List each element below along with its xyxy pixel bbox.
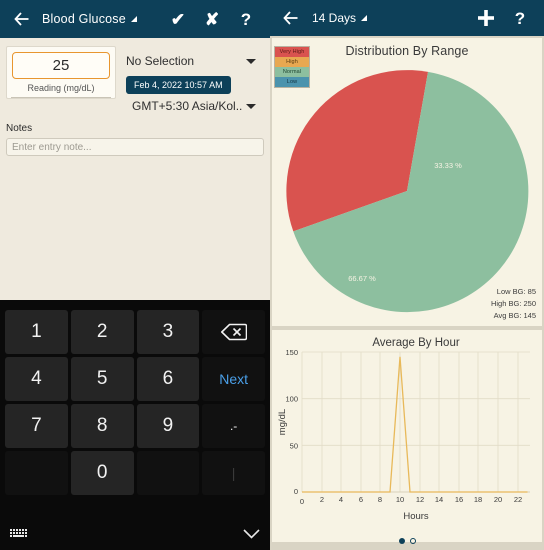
range-selector-label: 14 Days	[312, 11, 357, 25]
svg-text:2: 2	[320, 495, 324, 504]
title-dropdown-triangle-icon	[130, 16, 137, 22]
backspace-key-icon[interactable]	[202, 310, 265, 354]
key-8[interactable]: 8	[70, 404, 134, 448]
keyboard-grid: 1 2 3 4 5 6 Next 7 8 9 .- 0 |	[0, 300, 270, 495]
svg-text:10: 10	[396, 495, 404, 504]
svg-text:14: 14	[435, 495, 443, 504]
key-7[interactable]: 7	[5, 404, 68, 448]
key-0[interactable]: 0	[70, 451, 134, 495]
svg-text:16: 16	[455, 495, 463, 504]
bg-stats: Low BG: 85 High BG: 250 Avg BG: 145	[491, 286, 536, 322]
back-arrow-icon[interactable]	[8, 5, 36, 33]
svg-text:Hours: Hours	[403, 511, 429, 522]
distribution-by-range-card: Distribution By Range Very High High Nor…	[272, 38, 542, 326]
date-chip[interactable]: Feb 4, 2022 10:57 AM	[126, 76, 231, 94]
reading-input[interactable]: 25	[12, 52, 110, 79]
svg-text:8: 8	[378, 495, 382, 504]
svg-text:6: 6	[359, 495, 363, 504]
add-entry-plus-icon[interactable]	[476, 7, 496, 29]
entry-form-top-row: 25 Reading (mg/dL) No Selection Feb 4, 2…	[0, 46, 270, 113]
blank-key-right[interactable]	[136, 451, 200, 495]
help-question-icon[interactable]: ?	[510, 7, 530, 29]
page-title-text: Blood Glucose	[42, 12, 126, 26]
stat-high-bg: High BG: 250	[490, 299, 536, 308]
pie-chart-title: Distribution By Range	[345, 44, 469, 58]
page-dot-active[interactable]	[398, 538, 405, 544]
line-chart[interactable]: 150 100 50 0 0 2 4 6 8 10 12 14 16 18 20…	[272, 330, 542, 526]
notes-input[interactable]: Enter entry note...	[6, 138, 264, 156]
left-appbar-actions: ✔ ✘ ?	[168, 8, 262, 30]
help-question-icon[interactable]: ?	[236, 8, 256, 30]
legend-item-very-high: Very High	[275, 47, 309, 57]
keyboard-switch-icon[interactable]	[10, 528, 28, 541]
svg-text:33.33 %: 33.33 %	[434, 161, 462, 170]
svg-text:Average By Hour: Average By Hour	[372, 337, 460, 349]
left-appbar: Blood Glucose ✔ ✘ ?	[0, 0, 270, 38]
stats-panel: 14 Days ? Distribution By Range Very Hig…	[270, 0, 544, 550]
svg-text:20: 20	[494, 495, 502, 504]
key-2[interactable]: 2	[70, 310, 134, 354]
category-select-value: No Selection	[126, 54, 195, 68]
numeric-keyboard: 1 2 3 4 5 6 Next 7 8 9 .- 0 |	[0, 300, 270, 550]
page-dot-inactive[interactable]	[409, 538, 416, 544]
chevron-down-icon	[246, 103, 256, 109]
page-title[interactable]: Blood Glucose	[42, 12, 137, 26]
average-by-hour-card: 150 100 50 0 0 2 4 6 8 10 12 14 16 18 20…	[272, 330, 542, 542]
timezone-select[interactable]: GMT+5:30 Asia/Kol..	[126, 99, 264, 113]
svg-text:0: 0	[300, 497, 304, 506]
keyboard-bottom-bar	[0, 518, 270, 550]
entry-form: 25 Reading (mg/dL) No Selection Feb 4, 2…	[0, 38, 270, 308]
stat-low-bg: Low BG: 85	[496, 287, 536, 296]
svg-text:50: 50	[290, 441, 298, 450]
notes-block: Notes Enter entry note...	[0, 113, 270, 156]
key-5[interactable]: 5	[70, 357, 134, 401]
key-9[interactable]: 9	[136, 404, 200, 448]
reading-label: Reading (mg/dL)	[27, 83, 95, 93]
svg-text:0: 0	[294, 487, 298, 496]
range-selector[interactable]: 14 Days	[312, 11, 368, 25]
right-appbar-actions: ?	[476, 7, 536, 29]
svg-text:150: 150	[285, 348, 298, 357]
svg-text:4: 4	[339, 495, 343, 504]
right-appbar: 14 Days ?	[270, 0, 544, 36]
key-3[interactable]: 3	[136, 310, 200, 354]
back-arrow-icon[interactable]	[278, 5, 304, 31]
entry-meta-fields: No Selection Feb 4, 2022 10:57 AM GMT+5:…	[116, 46, 264, 113]
cancel-x-icon[interactable]: ✘	[202, 8, 222, 30]
svg-text:18: 18	[474, 495, 482, 504]
svg-text:22: 22	[514, 495, 522, 504]
svg-text:mg/dL: mg/dL	[277, 409, 288, 435]
punctuation-key[interactable]: .-	[202, 404, 265, 448]
stat-avg-bg: Avg BG: 145	[493, 311, 536, 320]
pie-chart[interactable]: 33.33 % 66.67 %	[272, 60, 542, 322]
key-6[interactable]: 6	[136, 357, 200, 401]
range-dropdown-triangle-icon	[361, 15, 368, 21]
app-screen: Blood Glucose ✔ ✘ ? 25 Reading (mg/dL) N…	[0, 0, 544, 550]
hide-keyboard-chevron-down-icon[interactable]	[243, 527, 260, 542]
svg-text:100: 100	[285, 395, 298, 404]
svg-text:66.67 %: 66.67 %	[348, 274, 376, 283]
confirm-check-icon[interactable]: ✔	[168, 8, 188, 30]
key-1[interactable]: 1	[5, 310, 68, 354]
blank-key-left[interactable]	[5, 451, 68, 495]
page-indicator	[270, 532, 544, 550]
timezone-select-value: GMT+5:30 Asia/Kol..	[132, 99, 243, 113]
chevron-down-icon	[246, 58, 256, 64]
svg-text:12: 12	[416, 495, 424, 504]
bar-key[interactable]: |	[202, 451, 265, 495]
entry-form-panel: Blood Glucose ✔ ✘ ? 25 Reading (mg/dL) N…	[0, 0, 270, 550]
category-select[interactable]: No Selection	[126, 50, 264, 72]
reading-divider	[11, 97, 111, 98]
key-4[interactable]: 4	[5, 357, 68, 401]
notes-label: Notes	[6, 123, 33, 134]
next-key[interactable]: Next	[202, 357, 265, 401]
reading-card: 25 Reading (mg/dL)	[6, 46, 116, 99]
